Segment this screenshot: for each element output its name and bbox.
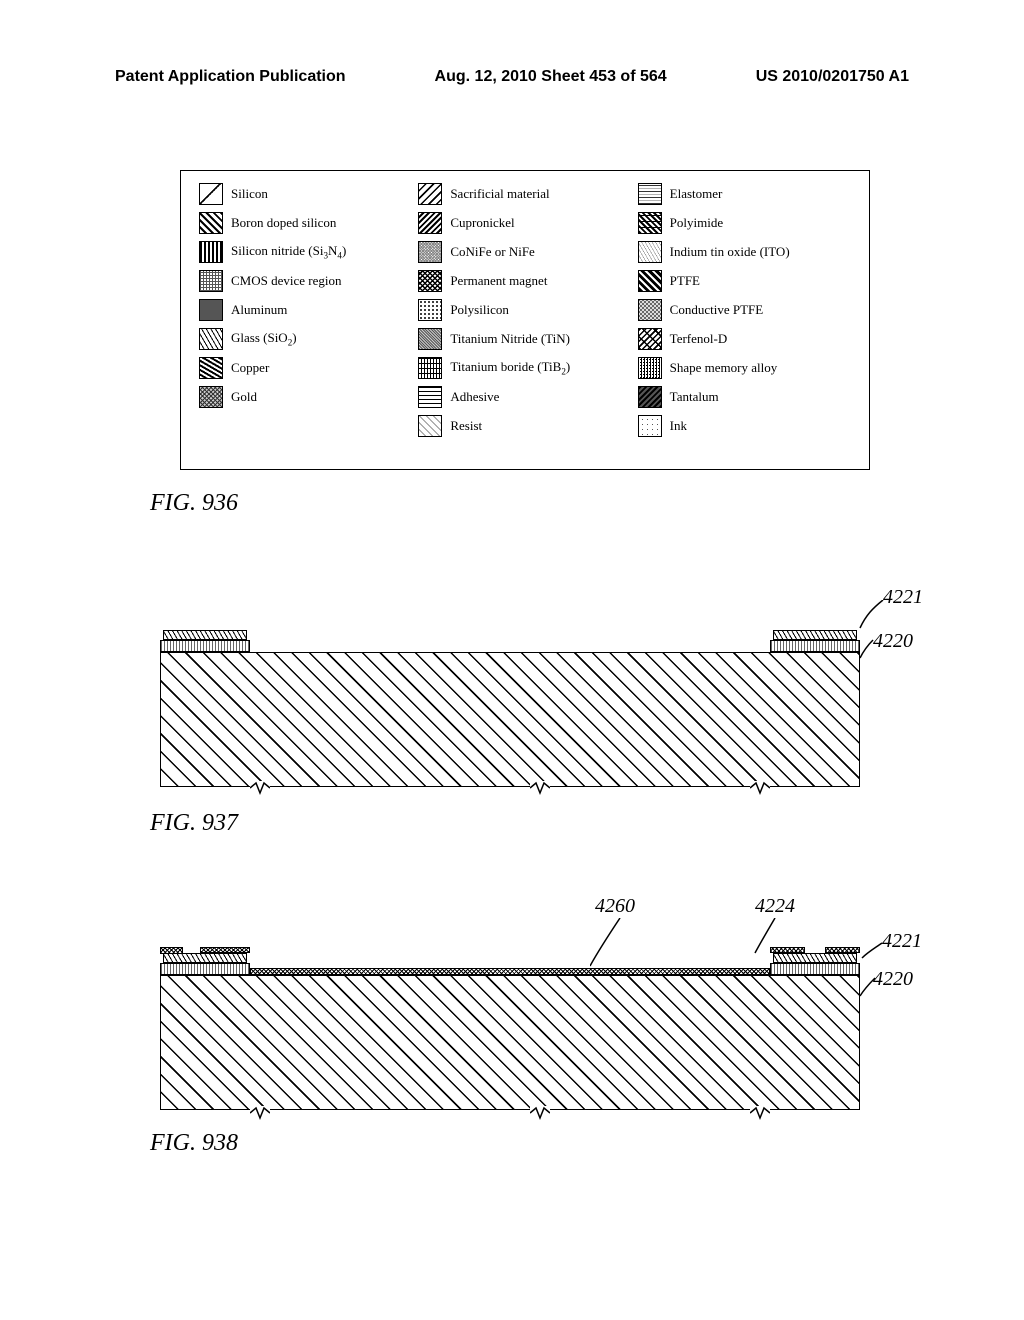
swatch-polysilicon	[418, 299, 442, 321]
swatch-resist	[418, 415, 442, 437]
legend-box: Silicon Sacrificial material Elastomer B…	[180, 170, 870, 470]
swatch-elastomer	[638, 183, 662, 205]
swatch-silicon	[199, 183, 223, 205]
swatch-cmos	[199, 270, 223, 292]
swatch-terfenol	[638, 328, 662, 350]
leader-lines-937	[858, 600, 888, 660]
leader-lines-938	[590, 918, 900, 998]
legend-grid: Silicon Sacrificial material Elastomer B…	[199, 183, 851, 437]
break-mark	[250, 1106, 270, 1120]
swatch-tantalum	[638, 386, 662, 408]
break-mark	[750, 1106, 770, 1120]
label-nitride: Silicon nitride (Si3N4)	[231, 243, 346, 261]
legend-item: Titanium boride (TiB2)	[418, 357, 631, 379]
legend-item: CMOS device region	[199, 270, 412, 292]
legend-item: Conductive PTFE	[638, 299, 851, 321]
legend-item: Copper	[199, 357, 412, 379]
legend-item: CoNiFe or NiFe	[418, 241, 631, 263]
swatch-ito	[638, 241, 662, 263]
break-mark	[530, 781, 550, 795]
swatch-tin	[418, 328, 442, 350]
legend-item: Boron doped silicon	[199, 212, 412, 234]
legend-item: Titanium Nitride (TiN)	[418, 328, 631, 350]
swatch-cptfe	[638, 299, 662, 321]
legend-item: Ink	[638, 415, 851, 437]
swatch-ink	[638, 415, 662, 437]
page-header: Patent Application Publication Aug. 12, …	[0, 68, 1024, 86]
layer-nitride-cap	[160, 947, 183, 954]
legend-item: Silicon	[199, 183, 412, 205]
break-mark	[250, 781, 270, 795]
legend-item: Aluminum	[199, 299, 412, 321]
layer-cmos-left	[160, 640, 250, 652]
swatch-aluminum	[199, 299, 223, 321]
legend-item: Resist	[418, 415, 631, 437]
swatch-magnet	[418, 270, 442, 292]
legend-item: Tantalum	[638, 386, 851, 408]
swatch-glass	[199, 328, 223, 350]
legend-item: Silicon nitride (Si3N4)	[199, 241, 412, 263]
swatch-boron	[199, 212, 223, 234]
swatch-adhesive	[418, 386, 442, 408]
swatch-nitride	[199, 241, 223, 263]
swatch-copper	[199, 357, 223, 379]
figure-label-938: FIG. 938	[150, 1130, 238, 1157]
ref-4221: 4221	[883, 586, 923, 609]
legend-item: Glass (SiO2)	[199, 328, 412, 350]
layer-nitride-cap	[200, 947, 250, 953]
layer-cmos-right	[770, 640, 860, 652]
label-tib: Titanium boride (TiB2)	[450, 359, 570, 377]
header-middle: Aug. 12, 2010 Sheet 453 of 564	[435, 68, 667, 86]
swatch-cupronickel	[418, 212, 442, 234]
header-right: US 2010/0201750 A1	[756, 68, 909, 86]
legend-item: Permanent magnet	[418, 270, 631, 292]
legend-item: Terfenol-D	[638, 328, 851, 350]
legend-item: Indium tin oxide (ITO)	[638, 241, 851, 263]
legend-item: Polysilicon	[418, 299, 631, 321]
ref-4260: 4260	[595, 895, 635, 918]
swatch-gold	[199, 386, 223, 408]
legend-item: PTFE	[638, 270, 851, 292]
label-glass: Glass (SiO2)	[231, 330, 297, 348]
swatch-tib	[418, 357, 442, 379]
layer-cmos-left	[160, 963, 250, 975]
legend-item: Elastomer	[638, 183, 851, 205]
ref-4224: 4224	[755, 895, 795, 918]
swatch-sacrificial	[418, 183, 442, 205]
swatch-ptfe	[638, 270, 662, 292]
header-left: Patent Application Publication	[115, 68, 346, 86]
legend-item: Shape memory alloy	[638, 357, 851, 379]
legend-item: Gold	[199, 386, 412, 408]
figure-label-936: FIG. 936	[150, 490, 238, 517]
break-mark	[530, 1106, 550, 1120]
layer-glass-left	[163, 630, 247, 640]
legend-item-empty	[199, 415, 412, 437]
layer-glass-left	[163, 953, 247, 963]
figure-label-937: FIG. 937	[150, 810, 238, 837]
cross-section-937	[160, 630, 860, 790]
layer-silicon	[160, 652, 860, 787]
swatch-polyimide	[638, 212, 662, 234]
break-mark	[750, 781, 770, 795]
swatch-conife	[418, 241, 442, 263]
legend-item: Polyimide	[638, 212, 851, 234]
legend-item: Cupronickel	[418, 212, 631, 234]
legend-item: Adhesive	[418, 386, 631, 408]
swatch-shape	[638, 357, 662, 379]
layer-glass-right	[773, 630, 857, 640]
legend-item: Sacrificial material	[418, 183, 631, 205]
